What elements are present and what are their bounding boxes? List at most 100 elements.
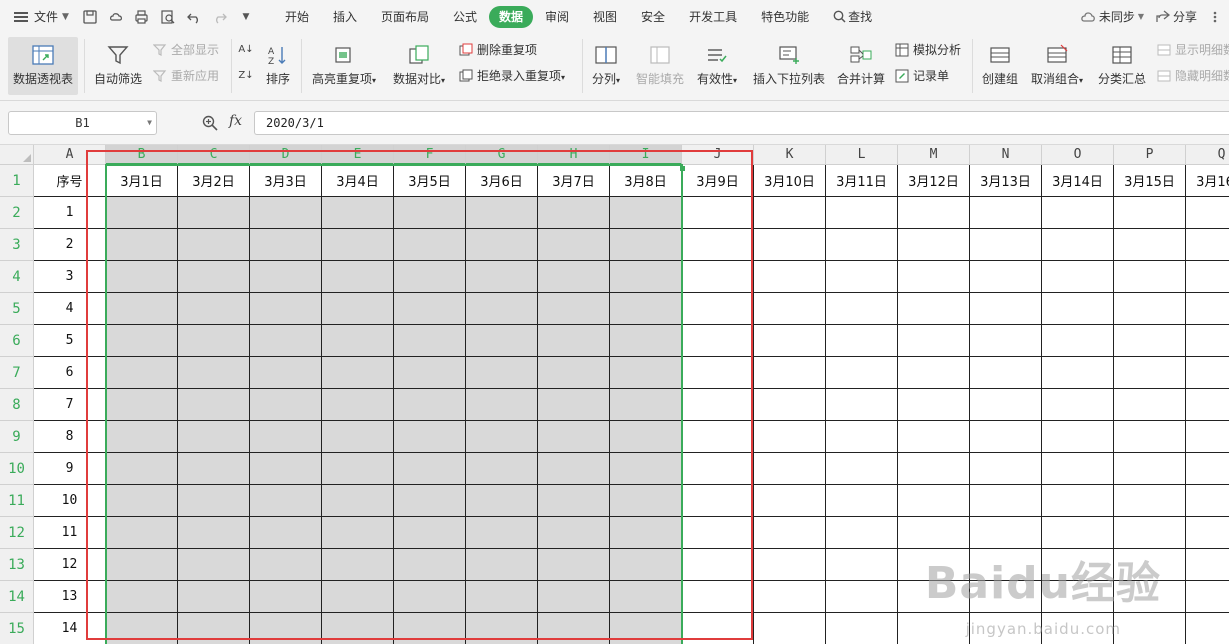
cell-d13[interactable] <box>250 549 322 581</box>
cell-j2[interactable] <box>682 197 754 229</box>
cell-b15[interactable] <box>106 613 178 644</box>
cell-h13[interactable] <box>538 549 610 581</box>
cell-e8[interactable] <box>322 389 394 421</box>
cell-q2[interactable] <box>1186 197 1229 229</box>
cell-k6[interactable] <box>754 325 826 357</box>
cell-o12[interactable] <box>1042 517 1114 549</box>
cell-k11[interactable] <box>754 485 826 517</box>
create-group-button[interactable]: 创建组 <box>978 37 1022 87</box>
cell-p4[interactable] <box>1114 261 1186 293</box>
cell-i6[interactable] <box>610 325 682 357</box>
cell-g4[interactable] <box>466 261 538 293</box>
cell-f6[interactable] <box>394 325 466 357</box>
cell-d4[interactable] <box>250 261 322 293</box>
cell-c7[interactable] <box>178 357 250 389</box>
cell-e12[interactable] <box>322 517 394 549</box>
cell-a1[interactable]: 序号 <box>34 165 106 197</box>
cell-i11[interactable] <box>610 485 682 517</box>
cell-g8[interactable] <box>466 389 538 421</box>
column-header-i[interactable]: I <box>610 145 682 165</box>
cell-d9[interactable] <box>250 421 322 453</box>
cell-h1[interactable]: 3月7日 <box>538 165 610 197</box>
tab-special-features[interactable]: 特色功能 <box>749 6 821 28</box>
cell-o8[interactable] <box>1042 389 1114 421</box>
cell-d6[interactable] <box>250 325 322 357</box>
cell-e7[interactable] <box>322 357 394 389</box>
validation-button[interactable]: 有效性▾ <box>694 37 740 87</box>
cell-q14[interactable] <box>1186 581 1229 613</box>
cell-c9[interactable] <box>178 421 250 453</box>
cell-h3[interactable] <box>538 229 610 261</box>
undo-icon[interactable] <box>186 9 202 25</box>
cell-h4[interactable] <box>538 261 610 293</box>
tab-developer[interactable]: 开发工具 <box>677 6 749 28</box>
cell-o10[interactable] <box>1042 453 1114 485</box>
row-header-15[interactable]: 15 <box>0 613 34 644</box>
cell-p1[interactable]: 3月15日 <box>1114 165 1186 197</box>
row-header-10[interactable]: 10 <box>0 453 34 485</box>
cell-m7[interactable] <box>898 357 970 389</box>
cell-a2[interactable]: 1 <box>34 197 106 229</box>
row-header-3[interactable]: 3 <box>0 229 34 261</box>
cell-o9[interactable] <box>1042 421 1114 453</box>
cell-c5[interactable] <box>178 293 250 325</box>
cell-g7[interactable] <box>466 357 538 389</box>
column-header-f[interactable]: F <box>394 145 466 165</box>
cell-o5[interactable] <box>1042 293 1114 325</box>
cell-c12[interactable] <box>178 517 250 549</box>
cell-n10[interactable] <box>970 453 1042 485</box>
cell-l9[interactable] <box>826 421 898 453</box>
cell-c14[interactable] <box>178 581 250 613</box>
column-header-m[interactable]: M <box>898 145 970 165</box>
cell-l6[interactable] <box>826 325 898 357</box>
consolidate-button[interactable]: 合并计算 <box>834 37 888 87</box>
cell-i3[interactable] <box>610 229 682 261</box>
sort-ascending-button[interactable]: A↓ <box>238 41 257 57</box>
cell-a15[interactable]: 14 <box>34 613 106 644</box>
cell-c4[interactable] <box>178 261 250 293</box>
cell-f11[interactable] <box>394 485 466 517</box>
cell-h15[interactable] <box>538 613 610 644</box>
what-if-analysis-button[interactable]: 模拟分析 <box>894 41 961 58</box>
cell-k8[interactable] <box>754 389 826 421</box>
column-header-a[interactable]: A <box>34 145 106 165</box>
cell-l2[interactable] <box>826 197 898 229</box>
cell-m5[interactable] <box>898 293 970 325</box>
cell-q8[interactable] <box>1186 389 1229 421</box>
cell-h11[interactable] <box>538 485 610 517</box>
cell-o2[interactable] <box>1042 197 1114 229</box>
cell-f13[interactable] <box>394 549 466 581</box>
cell-e10[interactable] <box>322 453 394 485</box>
cell-l7[interactable] <box>826 357 898 389</box>
cell-q6[interactable] <box>1186 325 1229 357</box>
cell-e14[interactable] <box>322 581 394 613</box>
cell-h10[interactable] <box>538 453 610 485</box>
cell-k4[interactable] <box>754 261 826 293</box>
tab-view[interactable]: 视图 <box>581 6 629 28</box>
select-all-corner[interactable] <box>0 145 34 165</box>
cell-g9[interactable] <box>466 421 538 453</box>
cell-i13[interactable] <box>610 549 682 581</box>
cell-d3[interactable] <box>250 229 322 261</box>
hide-detail-button[interactable]: 隐藏明细数 <box>1156 67 1229 84</box>
cell-q9[interactable] <box>1186 421 1229 453</box>
cell-c13[interactable] <box>178 549 250 581</box>
search-button[interactable]: 查找 <box>821 6 884 28</box>
cell-l1[interactable]: 3月11日 <box>826 165 898 197</box>
cell-h5[interactable] <box>538 293 610 325</box>
cell-a5[interactable]: 4 <box>34 293 106 325</box>
cell-i7[interactable] <box>610 357 682 389</box>
reapply-button[interactable]: 重新应用 <box>152 67 219 84</box>
cell-f12[interactable] <box>394 517 466 549</box>
row-header-6[interactable]: 6 <box>0 325 34 357</box>
cell-k7[interactable] <box>754 357 826 389</box>
cell-n6[interactable] <box>970 325 1042 357</box>
cell-e3[interactable] <box>322 229 394 261</box>
cell-o4[interactable] <box>1042 261 1114 293</box>
cell-k2[interactable] <box>754 197 826 229</box>
cell-j12[interactable] <box>682 517 754 549</box>
cell-a11[interactable]: 10 <box>34 485 106 517</box>
tab-review[interactable]: 审阅 <box>533 6 581 28</box>
cell-f14[interactable] <box>394 581 466 613</box>
cell-n11[interactable] <box>970 485 1042 517</box>
